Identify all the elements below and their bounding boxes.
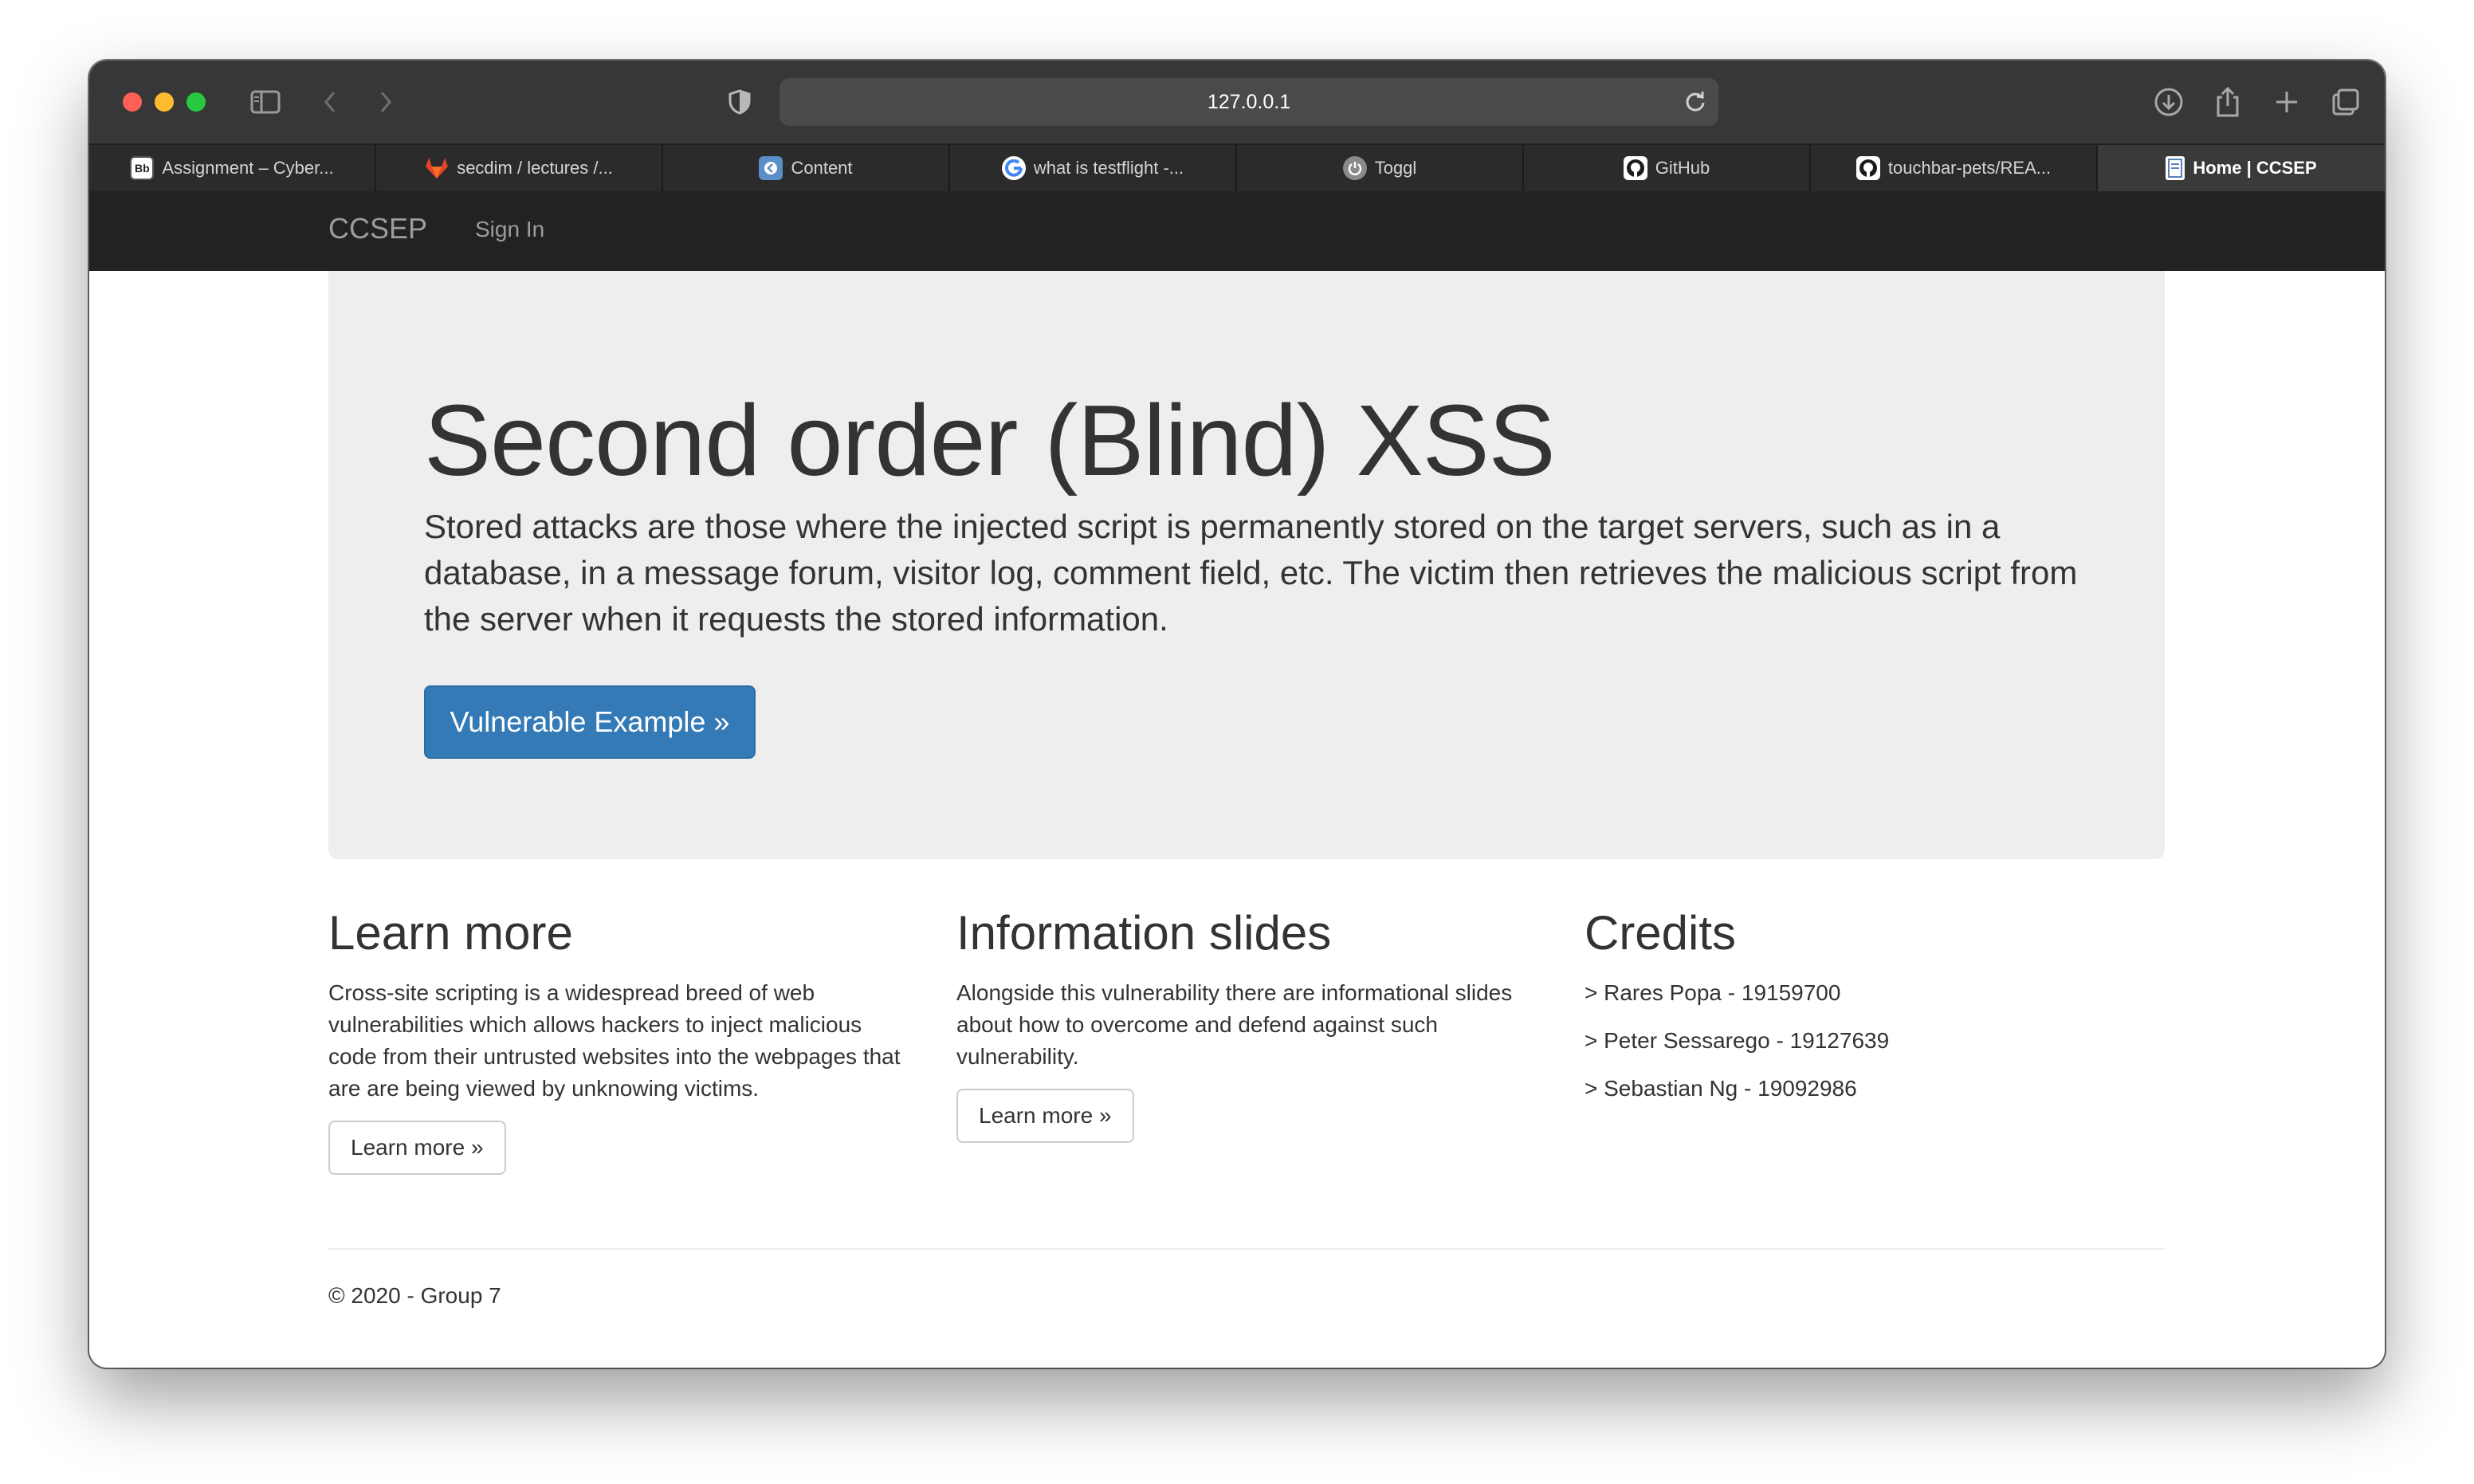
- credit-item: > Rares Popa - 19159700: [1585, 980, 1841, 1005]
- tab-title: touchbar-pets/REA...: [1887, 158, 2052, 178]
- credits-heading: Credits: [1585, 906, 1737, 960]
- learn-more-heading: Learn more: [328, 906, 573, 960]
- toggl-icon: [1342, 156, 1367, 180]
- credits-column: Credits > Rares Popa - 19159700 > Peter …: [1585, 905, 2158, 1121]
- hero-description: Stored attacks are those where the injec…: [424, 508, 2078, 638]
- footer-divider: [328, 1248, 2165, 1250]
- tab-title: Content: [791, 158, 853, 178]
- browser-window: 127.0.0.1 Bb Assignment – Cyber... secdi…: [89, 61, 2385, 1368]
- vulnerable-example-button[interactable]: Vulnerable Example »: [424, 685, 756, 759]
- share-icon[interactable]: [2208, 80, 2248, 124]
- learn-more-button[interactable]: Learn more »: [328, 1121, 506, 1175]
- tab-title: Home | CCSEP: [2193, 158, 2317, 178]
- tab-title: what is testflight -...: [1033, 158, 1184, 178]
- tab-assignment[interactable]: Bb Assignment – Cyber...: [89, 145, 376, 191]
- reload-icon[interactable]: [1683, 89, 1707, 119]
- tab-secdim[interactable]: secdim / lectures /...: [376, 145, 663, 191]
- tab-toggl[interactable]: Toggl: [1237, 145, 1524, 191]
- information-slides-text: Alongside this vulnerability there are i…: [956, 980, 1513, 1069]
- slides-learn-more-button[interactable]: Learn more »: [956, 1089, 1134, 1143]
- github-icon: [1623, 156, 1647, 180]
- tab-github[interactable]: GitHub: [1524, 145, 1811, 191]
- privacy-shield-icon[interactable]: [724, 80, 756, 124]
- tab-google[interactable]: what is testflight -...: [950, 145, 1237, 191]
- tab-bar: Bb Assignment – Cyber... secdim / lectur…: [89, 143, 2385, 191]
- sign-in-link[interactable]: Sign In: [475, 217, 544, 242]
- tab-title: Toggl: [1374, 158, 1417, 178]
- tab-title: secdim / lectures /...: [457, 158, 613, 178]
- close-window-button[interactable]: [123, 92, 142, 112]
- hero-title: Second order (Blind) XSS: [424, 384, 1556, 497]
- gitlab-icon: [425, 156, 449, 180]
- blackboard-icon: Bb: [130, 156, 155, 180]
- zoom-window-button[interactable]: [187, 92, 206, 112]
- tab-home-ccsep[interactable]: Home | CCSEP: [2098, 145, 2385, 191]
- learn-more-text: Cross-site scripting is a widespread bre…: [328, 980, 901, 1101]
- credit-item: > Peter Sessarego - 19127639: [1585, 1028, 1890, 1053]
- tab-title: Assignment – Cyber...: [162, 158, 334, 178]
- information-slides-column: Information slides Alongside this vulner…: [956, 905, 1530, 1143]
- hero-jumbotron: Second order (Blind) XSS Stored attacks …: [328, 271, 2165, 859]
- learn-more-column: Learn more Cross-site scripting is a wid…: [328, 905, 902, 1175]
- github-icon: [1856, 156, 1880, 180]
- information-slides-heading: Information slides: [956, 906, 1332, 960]
- page-icon: [2166, 156, 2185, 180]
- brand-link[interactable]: CCSEP: [328, 212, 427, 245]
- footer-text: © 2020 - Group 7: [328, 1283, 501, 1308]
- new-tab-icon[interactable]: [2267, 80, 2307, 124]
- back-icon[interactable]: [314, 80, 346, 124]
- content-icon: [759, 156, 783, 180]
- credit-item: > Sebastian Ng - 19092986: [1585, 1076, 1857, 1101]
- tab-overview-icon[interactable]: [2326, 80, 2366, 124]
- sidebar-icon[interactable]: [245, 80, 285, 124]
- google-icon: [1001, 156, 1026, 180]
- minimize-window-button[interactable]: [155, 92, 174, 112]
- download-icon[interactable]: [2149, 80, 2189, 124]
- forward-icon[interactable]: [370, 80, 402, 124]
- tab-touchbar-pets[interactable]: touchbar-pets/REA...: [1811, 145, 2098, 191]
- site-navbar: CCSEP Sign In: [89, 191, 2385, 271]
- tab-content[interactable]: Content: [663, 145, 950, 191]
- browser-toolbar: 127.0.0.1: [89, 61, 2385, 143]
- address-bar[interactable]: 127.0.0.1: [780, 78, 1718, 126]
- url-text: 127.0.0.1: [1207, 90, 1291, 113]
- tab-title: GitHub: [1655, 158, 1710, 178]
